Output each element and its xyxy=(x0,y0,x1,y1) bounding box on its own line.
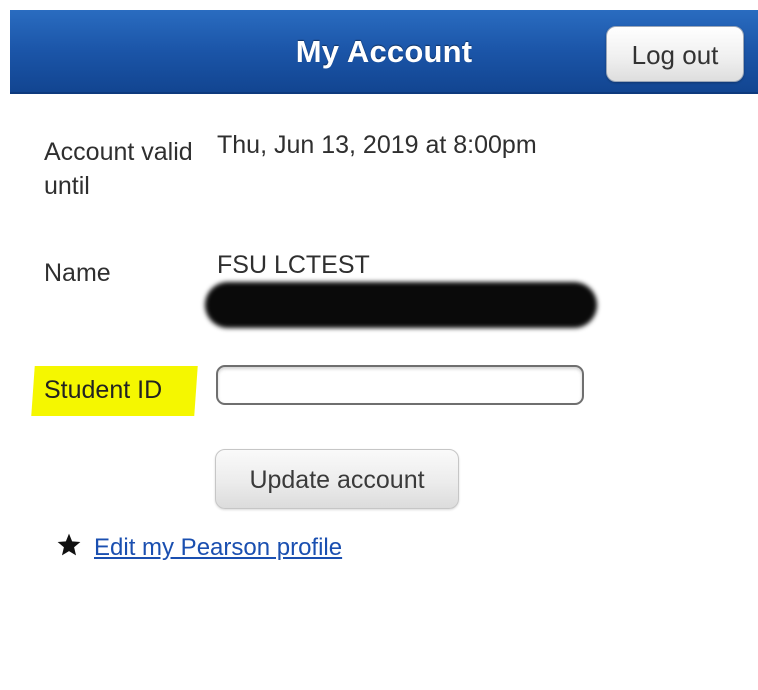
student-id-input[interactable] xyxy=(216,365,584,405)
name-value: FSU LCTEST xyxy=(217,251,370,279)
star-icon xyxy=(57,533,81,556)
student-id-label: Student ID xyxy=(44,376,163,404)
logout-button[interactable]: Log out xyxy=(606,26,744,82)
name-label: Name xyxy=(44,259,111,287)
my-account-page: My Account Log out Account valid until T… xyxy=(0,0,758,690)
header-bar: My Account Log out xyxy=(10,10,758,94)
account-valid-value: Thu, Jun 13, 2019 at 8:00pm xyxy=(217,131,537,159)
edit-profile-link[interactable]: Edit my Pearson profile xyxy=(94,532,342,564)
update-account-button[interactable]: Update account xyxy=(215,449,459,509)
account-valid-label: Account valid until xyxy=(44,138,193,200)
redacted-email xyxy=(205,282,597,328)
